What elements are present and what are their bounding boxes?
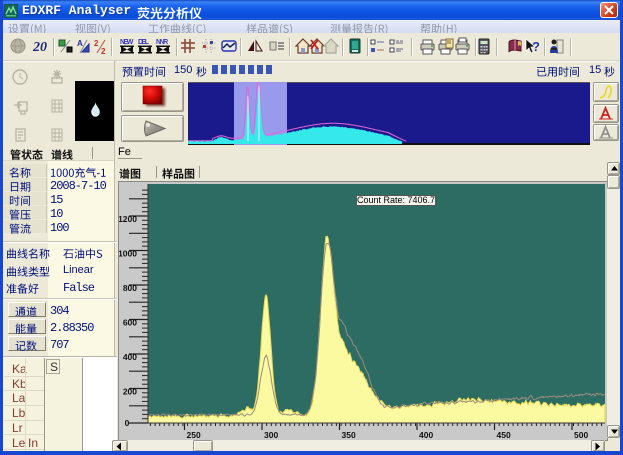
svg-text:800: 800 [123, 283, 137, 293]
svg-text:1000: 1000 [119, 249, 137, 259]
svg-text:450: 450 [497, 430, 511, 440]
svg-text:A: A [77, 39, 83, 48]
svg-text:2: 2 [94, 39, 99, 48]
svg-text:20: 20 [32, 40, 47, 55]
svg-text:400: 400 [123, 352, 137, 362]
svg-text:2: 2 [101, 47, 106, 56]
svg-text:500: 500 [574, 430, 588, 440]
svg-text:300: 300 [264, 430, 278, 440]
svg-text:NEW: NEW [120, 39, 134, 46]
svg-text:600: 600 [123, 318, 137, 328]
svg-text:?: ? [532, 39, 540, 54]
svg-text:250: 250 [187, 430, 201, 440]
svg-text:0: 0 [125, 418, 130, 428]
svg-text:200: 200 [123, 387, 137, 397]
svg-text:350: 350 [342, 430, 356, 440]
svg-text:400: 400 [419, 430, 433, 440]
svg-text:NNR: NNR [156, 39, 168, 46]
svg-text:DEL: DEL [138, 39, 150, 46]
svg-text:1200: 1200 [119, 214, 137, 224]
